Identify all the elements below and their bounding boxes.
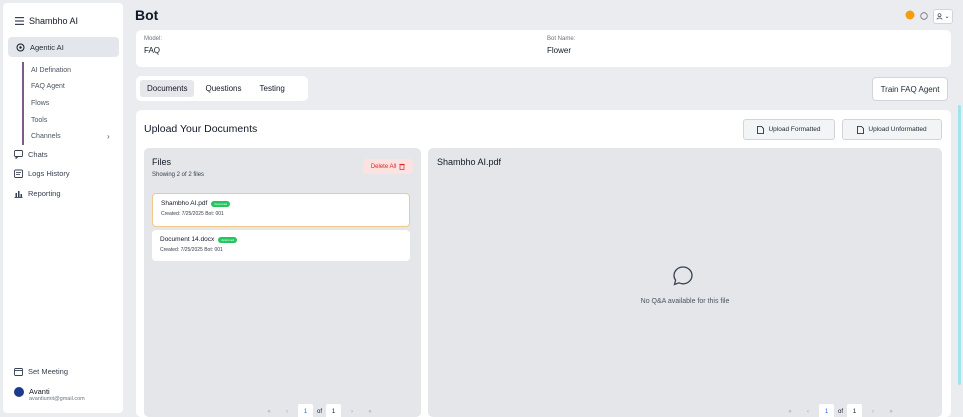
delete-all-label: Delete All: [370, 163, 397, 170]
last-page-button[interactable]: »: [884, 405, 898, 417]
file-item[interactable]: Shambho AI.pdf Approved Created: 7/25/20…: [152, 193, 410, 227]
hamburger-menu-icon[interactable]: [15, 17, 24, 26]
model-label: Model:: [144, 36, 163, 42]
current-page[interactable]: 1: [819, 404, 834, 417]
upload-formatted-button[interactable]: Upload Formatted: [743, 119, 835, 140]
chat-icon: [14, 150, 23, 159]
sidebar-item-chats[interactable]: Chats: [14, 150, 48, 159]
file-meta: Created: 7/25/2025 Bot: 001: [161, 211, 224, 217]
submenu-rail: [22, 62, 24, 145]
help-icon[interactable]: [920, 7, 928, 25]
next-page-button[interactable]: ›: [866, 405, 880, 417]
sidebar-subitem-flows[interactable]: Flows: [31, 100, 49, 107]
tab-questions[interactable]: Questions: [198, 80, 248, 97]
bar-chart-icon: [14, 189, 23, 198]
sidebar-subitem-channels[interactable]: Channels: [31, 133, 61, 140]
sidebar-item-reporting[interactable]: Reporting: [14, 189, 61, 198]
file-meta: Created: 7/25/2025 Bot: 001: [160, 247, 223, 253]
prev-page-button[interactable]: ‹: [801, 405, 815, 417]
trash-icon: [399, 163, 405, 170]
model-value: FAQ: [144, 46, 161, 55]
delete-all-button[interactable]: Delete All: [363, 159, 413, 174]
bot-name-label: Bot Name:: [547, 36, 576, 42]
agent-icon: [16, 43, 25, 52]
files-count: Showing 2 of 2 files: [152, 172, 205, 178]
user-profile[interactable]: Avanti avantiumit@gmail.com: [14, 387, 85, 402]
documents-card: Upload Your Documents Upload Formatted U…: [136, 110, 951, 417]
status-icon[interactable]: [905, 7, 915, 25]
file-name: Document 14.docx: [160, 236, 215, 243]
sidebar-subitem-tools[interactable]: Tools: [31, 117, 47, 124]
status-badge: Approved: [211, 200, 231, 207]
section-title: Upload Your Documents: [144, 123, 258, 135]
preview-title: Shambho AI.pdf: [437, 157, 502, 167]
user-email: avantiumit@gmail.com: [29, 396, 85, 402]
page-of-label: of: [317, 408, 323, 415]
brand[interactable]: Shambho AI: [15, 16, 78, 26]
empty-state-text: No Q&A available for this file: [640, 298, 730, 305]
tab-bar: Documents Questions Testing: [136, 76, 308, 101]
brand-name: Shambho AI: [29, 16, 79, 26]
set-meeting-button[interactable]: Set Meeting: [14, 367, 68, 376]
file-item[interactable]: Document 14.docx Approved Created: 7/25/…: [152, 230, 410, 261]
chat-bubble-icon: [672, 265, 694, 292]
chevron-down-icon: ⌄: [944, 13, 950, 20]
first-page-button[interactable]: «: [783, 405, 797, 417]
user-menu-button[interactable]: ⌄: [933, 8, 953, 24]
first-page-button[interactable]: «: [262, 405, 276, 417]
sidebar-item-label: Logs History: [28, 169, 70, 178]
bot-info-card: Model: FAQ Bot Name: Flower: [136, 30, 951, 67]
current-page[interactable]: 1: [298, 404, 313, 417]
history-icon: [14, 169, 23, 178]
sidebar-item-agentic-ai[interactable]: Agentic AI: [8, 37, 119, 57]
sidebar-item-label: Chats: [28, 150, 48, 159]
files-panel: Files Showing 2 of 2 files Delete All Sh…: [144, 148, 421, 417]
bot-name-value: Flower: [547, 46, 572, 55]
avatar: [14, 387, 24, 397]
prev-page-button[interactable]: ‹: [280, 405, 294, 417]
status-badge: Approved: [218, 236, 238, 243]
last-page-button[interactable]: »: [363, 405, 377, 417]
page-title: Bot: [135, 7, 159, 23]
preview-panel: Shambho AI.pdf No Q&A available for this…: [428, 148, 942, 417]
files-pagination: « ‹ 1 of 1 › »: [262, 404, 377, 417]
sidebar-item-logs-history[interactable]: Logs History: [14, 169, 70, 178]
sidebar-item-label: Reporting: [28, 189, 61, 198]
page-of-label: of: [838, 408, 844, 415]
user-icon: [937, 12, 943, 20]
tab-documents[interactable]: Documents: [140, 80, 195, 97]
upload-unformatted-label: Upload Unformatted: [868, 126, 927, 133]
scrollbar[interactable]: [958, 105, 961, 385]
preview-pagination: « ‹ 1 of 1 › »: [783, 404, 898, 417]
file-icon: [757, 125, 765, 134]
total-pages: 1: [326, 404, 342, 417]
file-name: Shambho AI.pdf: [161, 200, 208, 207]
header-actions: ⌄: [905, 7, 953, 25]
file-icon: [857, 125, 865, 134]
sidebar-subitem-faq-agent[interactable]: FAQ Agent: [31, 83, 65, 90]
user-name: Avanti: [29, 387, 50, 396]
sidebar-item-label: Agentic AI: [30, 42, 64, 52]
next-page-button[interactable]: ›: [345, 405, 359, 417]
sidebar: Shambho AI Agentic AI AI Defination FAQ …: [3, 3, 123, 413]
files-title: Files: [152, 157, 172, 167]
upload-unformatted-button[interactable]: Upload Unformatted: [842, 119, 942, 140]
chevron-right-icon[interactable]: ›: [107, 132, 110, 141]
train-faq-agent-button[interactable]: Train FAQ Agent: [872, 77, 948, 101]
calendar-icon: [14, 367, 23, 376]
sidebar-subitem-ai-defination[interactable]: AI Defination: [31, 67, 71, 74]
total-pages: 1: [847, 404, 863, 417]
upload-formatted-label: Upload Formatted: [768, 126, 821, 133]
set-meeting-label: Set Meeting: [28, 367, 69, 376]
tab-testing[interactable]: Testing: [253, 80, 292, 97]
